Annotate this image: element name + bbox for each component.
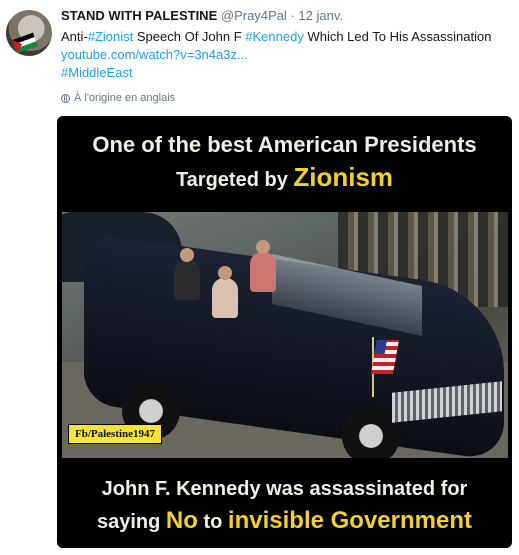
passenger bbox=[212, 266, 238, 318]
hashtag-kennedy[interactable]: #Kennedy bbox=[245, 29, 304, 44]
translation-note: À l'origine en anglais bbox=[61, 92, 175, 104]
caption-part-d: invisible Government bbox=[227, 507, 472, 534]
text-prefix: Anti- bbox=[61, 29, 88, 44]
globe-icon bbox=[61, 93, 70, 103]
avatar[interactable] bbox=[6, 10, 52, 56]
headline-accent: Zionism bbox=[293, 162, 394, 192]
watermark: Fb/Palestine1947 bbox=[68, 424, 163, 444]
passenger bbox=[250, 240, 276, 292]
author-handle[interactable]: @Pray4Pal bbox=[221, 8, 287, 23]
tweet-media-image[interactable]: One of the best American Presidents Targ… bbox=[57, 116, 512, 548]
tweet-line-3: #MiddleEast bbox=[61, 64, 511, 82]
tweet-line-1: Anti-#Zionist Speech Of John F #Kennedy … bbox=[61, 28, 511, 46]
palestine-flag-icon bbox=[12, 32, 38, 54]
caption-part-b: No bbox=[165, 507, 198, 534]
hashtag-zionist[interactable]: #Zionist bbox=[88, 29, 134, 44]
image-headline-line-2: Targeted by Zionism bbox=[57, 162, 512, 193]
author-name[interactable]: STAND WITH PALESTINE bbox=[61, 8, 217, 23]
image-caption-line-2: saying No to invisible Government bbox=[57, 507, 512, 535]
motorcade-photo: Fb/Palestine1947 bbox=[62, 212, 508, 458]
tweet[interactable]: STAND WITH PALESTINE @Pray4Pal · 12 janv… bbox=[0, 0, 519, 555]
tweet-line-2: youtube.com/watch?v=3n4a3z... bbox=[61, 46, 511, 64]
text-suffix: Which Led To His Assassination bbox=[303, 29, 492, 44]
translation-text: À l'origine en anglais bbox=[74, 92, 176, 104]
separator: · bbox=[290, 8, 295, 23]
image-caption-line-1: John F. Kennedy was assassinated for bbox=[101, 478, 468, 500]
caption-part-a: saying bbox=[97, 511, 166, 533]
headline-prefix: Targeted by bbox=[175, 169, 294, 191]
caption-part-c: to bbox=[197, 511, 228, 533]
tweet-text: Anti-#Zionist Speech Of John F #Kennedy … bbox=[61, 28, 511, 82]
youtube-link[interactable]: youtube.com/watch?v=3n4a3z... bbox=[61, 47, 248, 62]
image-headline-line-1: One of the best American Presidents bbox=[92, 132, 477, 157]
passenger bbox=[174, 248, 200, 300]
timestamp[interactable]: 12 janv. bbox=[298, 8, 343, 23]
hashtag-middleeast[interactable]: #MiddleEast bbox=[61, 65, 133, 80]
text-middle: Speech Of John F bbox=[133, 29, 246, 44]
tweet-header: STAND WITH PALESTINE @Pray4Pal · 12 janv… bbox=[61, 8, 343, 23]
